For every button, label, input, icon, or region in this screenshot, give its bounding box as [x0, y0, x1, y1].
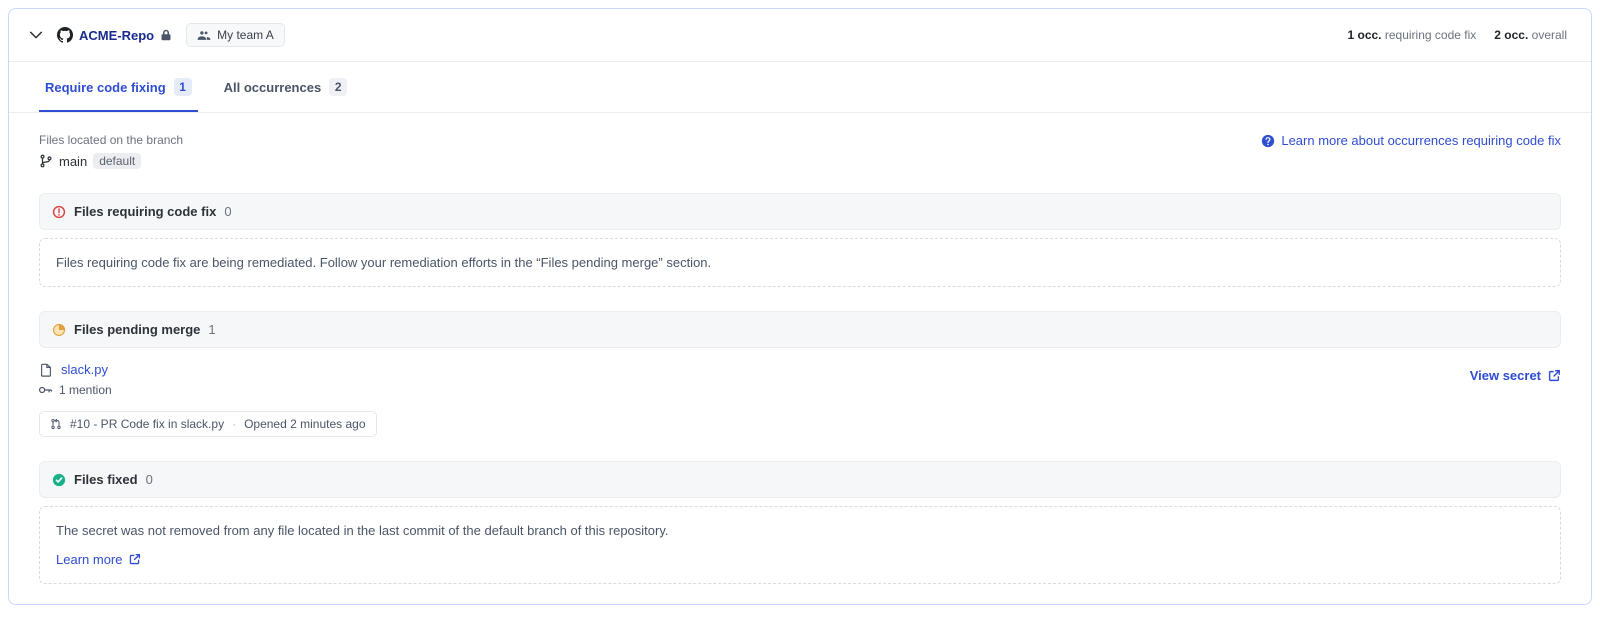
- check-icon: [52, 473, 66, 487]
- section-fixed-header: Files fixed 0: [39, 461, 1561, 498]
- branch-row: Files located on the branch main default…: [39, 133, 1561, 169]
- learn-more-link[interactable]: Learn more: [56, 552, 141, 567]
- team-chip[interactable]: My team A: [186, 23, 285, 47]
- tab-count: 2: [329, 78, 347, 96]
- github-icon: [57, 27, 73, 43]
- link-text: View secret: [1470, 368, 1541, 383]
- header-left: ACME-Repo My team A: [29, 23, 285, 47]
- file-row: slack.py 1 mention #10 - PR Code fix in …: [39, 362, 1561, 437]
- tab-label: Require code fixing: [45, 80, 166, 95]
- lock-icon: [160, 29, 172, 41]
- link-text: Learn more: [56, 552, 122, 567]
- section-count: 0: [224, 204, 231, 219]
- occ-overall: 2 occ. overall: [1494, 28, 1567, 42]
- tab-bar: Require code fixing 1 All occurrences 2: [9, 62, 1591, 113]
- branch-left: Files located on the branch main default: [39, 133, 183, 169]
- message-text: The secret was not removed from any file…: [56, 523, 1544, 538]
- tab-label: All occurrences: [224, 80, 322, 95]
- alert-icon: [52, 205, 66, 219]
- header-right: 1 occ. requiring code fix 2 occ. overall: [1348, 28, 1568, 42]
- clock-icon: [52, 323, 66, 337]
- repo-name: ACME-Repo: [79, 28, 154, 43]
- link-text: Learn more about occurrences requiring c…: [1281, 133, 1561, 148]
- section-requiring-header: Files requiring code fix 0: [39, 193, 1561, 230]
- learn-more-occurrences-link[interactable]: Learn more about occurrences requiring c…: [1261, 133, 1561, 148]
- pr-time: Opened 2 minutes ago: [244, 417, 365, 431]
- file-name-text: slack.py: [61, 362, 108, 377]
- section-count: 0: [146, 472, 153, 487]
- section-count: 1: [208, 322, 215, 337]
- section-title: Files pending merge: [74, 322, 200, 337]
- mention-text: 1 mention: [59, 383, 112, 397]
- repo-link[interactable]: ACME-Repo: [57, 27, 172, 43]
- default-badge: default: [93, 153, 141, 169]
- occ-code-fix: 1 occ. requiring code fix: [1348, 28, 1477, 42]
- collapse-chevron-icon[interactable]: [29, 28, 43, 42]
- pr-chip[interactable]: #10 - PR Code fix in slack.py · Opened 2…: [39, 411, 377, 437]
- view-secret-link[interactable]: View secret: [1470, 368, 1561, 383]
- branch-name: main: [59, 154, 87, 169]
- branch-value: main default: [39, 153, 183, 169]
- file-link[interactable]: slack.py: [39, 362, 377, 377]
- requiring-message-box: Files requiring code fix are being remed…: [39, 238, 1561, 287]
- content: Files located on the branch main default…: [9, 113, 1591, 604]
- tab-require-code-fixing[interactable]: Require code fixing 1: [39, 62, 198, 112]
- tab-all-occurrences[interactable]: All occurrences 2: [218, 62, 354, 112]
- key-icon: [39, 385, 53, 395]
- pr-icon: [50, 418, 62, 430]
- team-icon: [197, 29, 211, 41]
- branch-heading: Files located on the branch: [39, 133, 183, 147]
- fixed-message-box: The secret was not removed from any file…: [39, 506, 1561, 584]
- separator-dot: ·: [232, 417, 236, 431]
- message-text: Files requiring code fix are being remed…: [56, 255, 711, 270]
- tab-count: 1: [174, 78, 192, 96]
- section-title: Files requiring code fix: [74, 204, 216, 219]
- section-pending-header: Files pending merge 1: [39, 311, 1561, 348]
- external-link-icon: [1547, 369, 1561, 383]
- file-icon: [39, 363, 53, 377]
- section-title: Files fixed: [74, 472, 138, 487]
- repo-panel: ACME-Repo My team A 1 occ. requiring cod…: [8, 8, 1592, 605]
- team-label: My team A: [217, 28, 274, 42]
- mention-row: 1 mention: [39, 383, 377, 397]
- branch-icon: [39, 154, 53, 168]
- help-icon: [1261, 134, 1275, 148]
- pr-text: #10 - PR Code fix in slack.py: [70, 417, 224, 431]
- file-left: slack.py 1 mention #10 - PR Code fix in …: [39, 362, 377, 437]
- external-link-icon: [128, 553, 141, 566]
- panel-header: ACME-Repo My team A 1 occ. requiring cod…: [9, 9, 1591, 61]
